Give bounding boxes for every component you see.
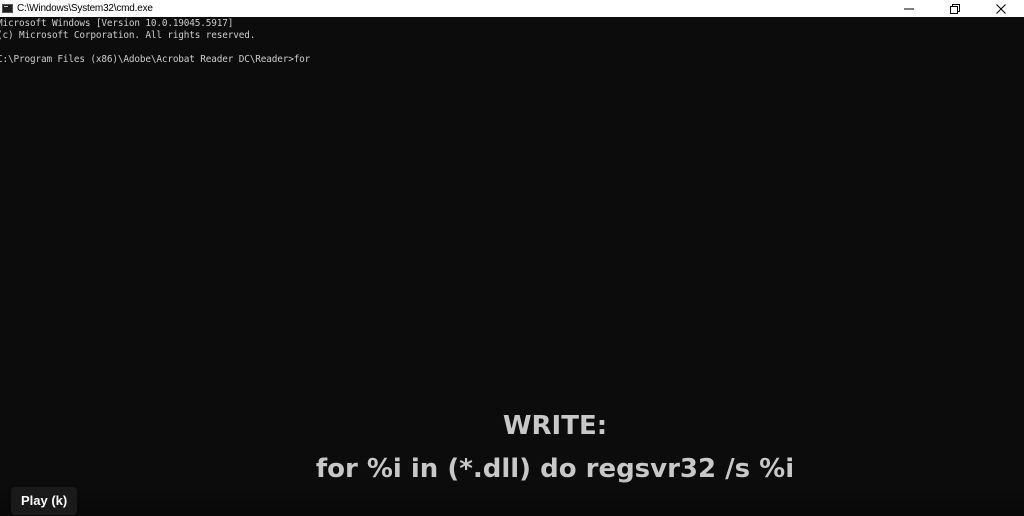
window-controls: [886, 0, 1024, 17]
close-button[interactable]: [978, 0, 1024, 17]
window-title: C:\Windows\System32\cmd.exe: [17, 3, 153, 14]
close-icon: [996, 3, 1006, 14]
title-bar[interactable]: C:\Windows\System32\cmd.exe: [0, 0, 1024, 17]
console-line-version: Microsoft Windows [Version 10.0.19045.59…: [0, 18, 234, 29]
restore-icon: [950, 3, 960, 14]
console-prompt-line[interactable]: C:\Program Files (x86)\Adobe\Acrobat Rea…: [0, 54, 310, 65]
console-line-copyright: (c) Microsoft Corporation. All rights re…: [0, 30, 256, 41]
minimize-button[interactable]: [886, 0, 932, 17]
play-tooltip: Play (k): [11, 487, 78, 515]
restore-button[interactable]: [932, 0, 978, 17]
player-gradient: [0, 476, 1024, 516]
caption-heading: WRITE:: [502, 411, 608, 441]
minimize-icon: [904, 8, 914, 9]
cmd-icon: [2, 4, 13, 13]
